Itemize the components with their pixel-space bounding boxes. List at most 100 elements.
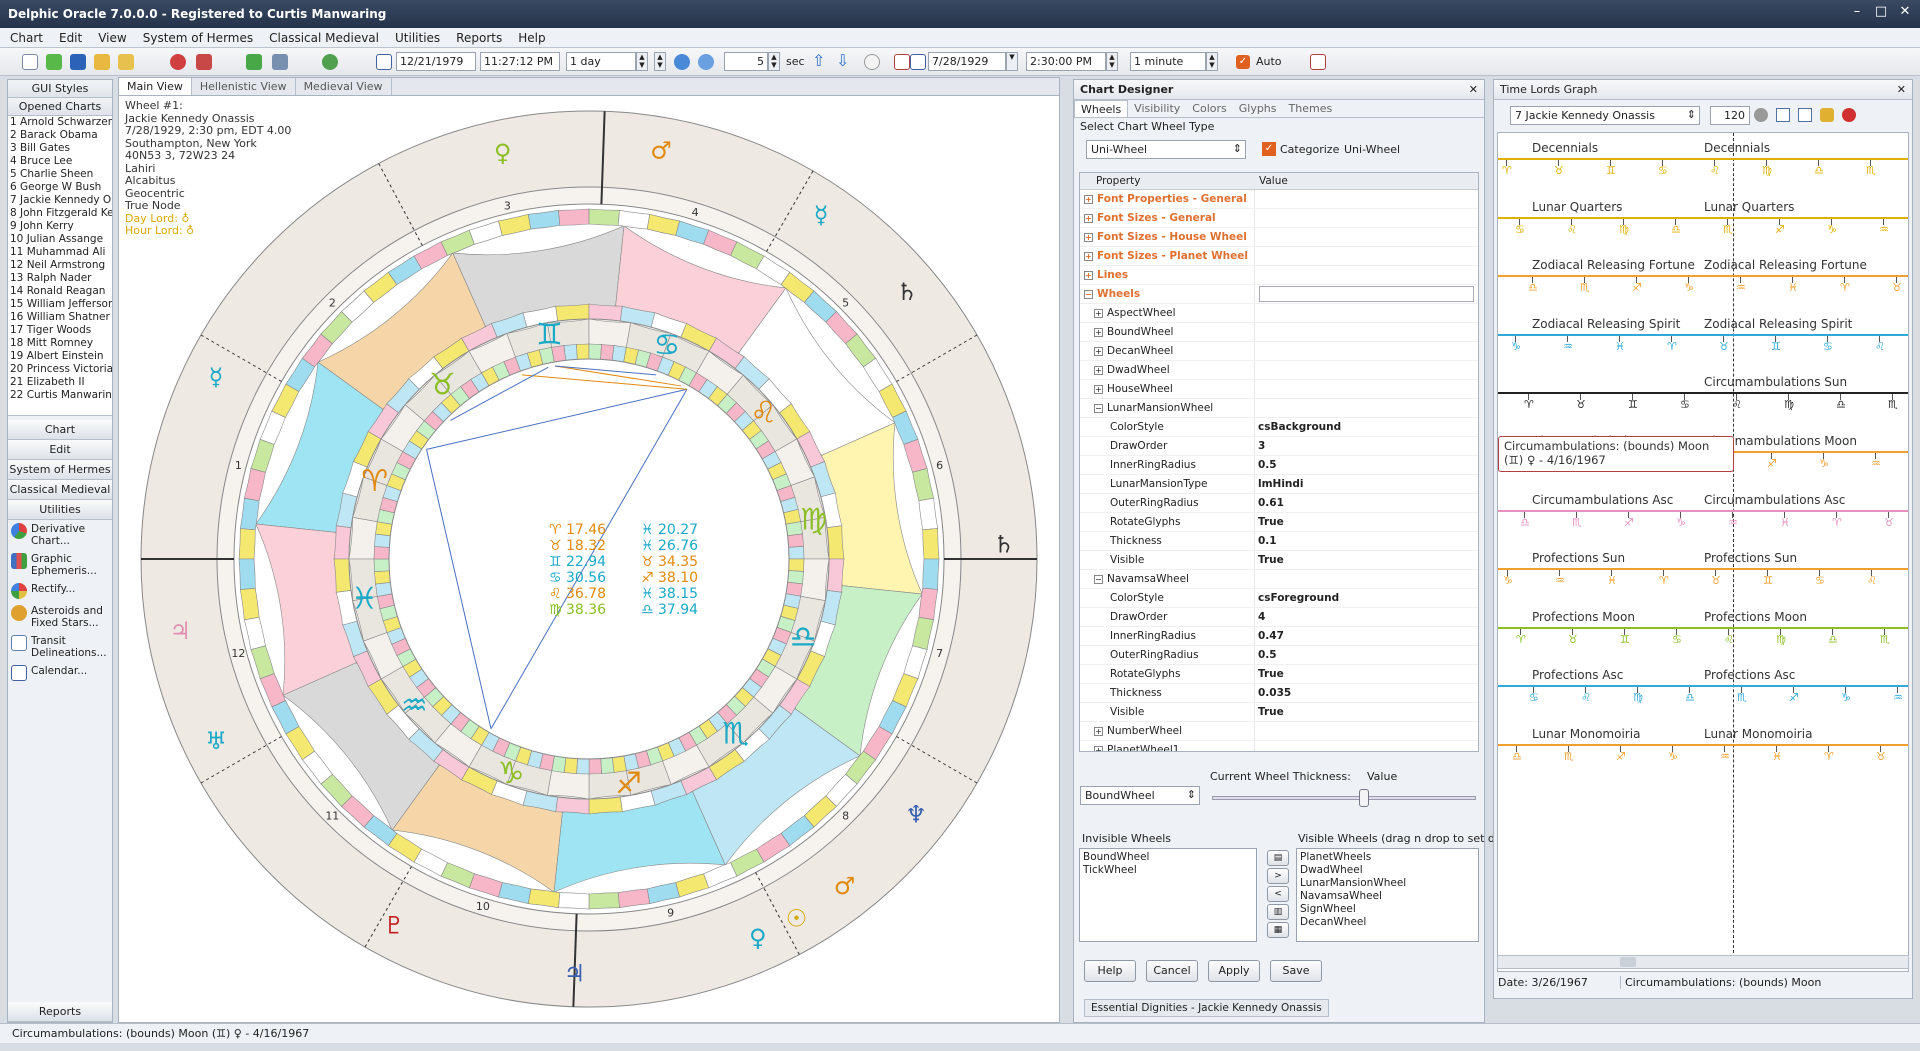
property-value[interactable] [1255, 266, 1478, 284]
menu-help[interactable]: Help [516, 31, 547, 45]
image-icon[interactable] [1820, 108, 1834, 122]
categorize-checkbox[interactable]: ✓ [1262, 142, 1276, 156]
property-row[interactable]: Thickness 0.1 [1080, 532, 1478, 551]
property-row[interactable]: + Font Sizes - General [1080, 209, 1478, 228]
close-icon[interactable]: ✕ [1896, 4, 1914, 22]
expand-icon[interactable]: + [1084, 232, 1093, 242]
page-icon[interactable] [1798, 108, 1812, 122]
invisible-wheels-list[interactable]: BoundWheel TickWheel [1079, 848, 1257, 942]
chart-item[interactable]: 13 Ralph Nader [8, 272, 112, 285]
open-folder-icon[interactable] [94, 54, 110, 70]
auto-checkbox[interactable]: ✓ [1236, 55, 1250, 69]
property-value[interactable]: 0.5 [1255, 646, 1478, 664]
expand-icon[interactable]: + [1094, 365, 1103, 375]
menu-system-of-hermes[interactable]: System of Hermes [141, 31, 255, 45]
property-row[interactable]: InnerRingRadius 0.47 [1080, 627, 1478, 646]
expand-icon[interactable]: + [1084, 270, 1093, 280]
property-row[interactable]: DrawOrder 4 [1080, 608, 1478, 627]
property-value[interactable] [1255, 228, 1478, 246]
property-value[interactable] [1255, 190, 1478, 208]
wheel-select[interactable]: BoundWheel ⇕ [1080, 786, 1200, 805]
property-value[interactable]: 0.5 [1255, 456, 1478, 474]
chart-item[interactable]: 5 Charlie Sheen [8, 168, 112, 181]
date2-spinner[interactable]: ▼ [1006, 52, 1018, 71]
document-icon[interactable] [1776, 108, 1790, 122]
chart-item[interactable]: 2 Barack Obama [8, 129, 112, 142]
property-value[interactable] [1255, 209, 1478, 227]
property-value[interactable]: True [1255, 551, 1478, 569]
gui-styles-header[interactable]: GUI Styles [8, 80, 112, 98]
chart-item[interactable]: 10 Julian Assange [8, 233, 112, 246]
chart-item[interactable]: 6 George W Bush [8, 181, 112, 194]
property-value[interactable]: True [1255, 513, 1478, 531]
nav-system-of-hermes[interactable]: System of Hermes [8, 460, 112, 480]
menu-reports[interactable]: Reports [454, 31, 504, 45]
menu-utilities[interactable]: Utilities [393, 31, 442, 45]
property-value[interactable]: csBackground [1255, 418, 1478, 436]
date2-field[interactable]: 7/28/1929 [928, 52, 1006, 71]
property-value[interactable]: True [1255, 703, 1478, 721]
tool-derivative-chart[interactable]: Derivative Chart... [8, 520, 112, 550]
stop-icon[interactable] [894, 54, 910, 70]
opened-charts-header[interactable]: Opened Charts [8, 98, 112, 116]
tool-rectify[interactable]: Rectify... [8, 580, 112, 602]
apply-button[interactable]: Apply [1208, 960, 1260, 982]
chart-item[interactable]: 3 Bill Gates [8, 142, 112, 155]
property-row[interactable]: RotateGlyphs True [1080, 513, 1478, 532]
time-lords-graph[interactable]: Decennials Decennials ♈ ♉ ♊ ♋ ♌ ♍ ♎ ♏ Lunar Quarte… [1497, 132, 1909, 972]
date-spinner[interactable]: ▲ ▼ [654, 52, 666, 71]
tab-medieval-view[interactable]: Medieval View [296, 78, 392, 95]
property-row[interactable]: OuterRingRadius 0.61 [1080, 494, 1478, 513]
property-row[interactable]: − LunarMansionWheel [1080, 399, 1478, 418]
wheel-icon[interactable] [1842, 108, 1856, 122]
date1-field[interactable]: 12/21/1979 [396, 52, 476, 71]
property-row[interactable]: − Wheels [1080, 285, 1478, 304]
chart-item[interactable]: 4 Bruce Lee [8, 155, 112, 168]
chart-item[interactable]: 7 Jackie Kennedy On [8, 194, 112, 207]
nav-chart[interactable]: Chart [8, 420, 112, 440]
menu-classical-medieval[interactable]: Classical Medieval [267, 31, 381, 45]
essential-dignities-tab[interactable]: Essential Dignities - Jackie Kennedy Ona… [1084, 999, 1329, 1017]
chart-select[interactable]: 7 Jackie Kennedy Onassis ⇕ [1510, 106, 1700, 125]
property-row[interactable]: − NavamsaWheel [1080, 570, 1478, 589]
expand-icon[interactable]: + [1094, 745, 1103, 751]
expand-icon[interactable]: + [1094, 726, 1103, 736]
chart-item[interactable]: 19 Albert Einstein [8, 350, 112, 363]
property-value[interactable]: lmHindi [1255, 475, 1478, 493]
count-spinner[interactable]: ▲ ▼ [768, 52, 780, 71]
list-item[interactable]: SignWheel [1300, 903, 1475, 916]
step1-field[interactable]: 1 day [566, 52, 636, 71]
menu-chart[interactable]: Chart [8, 31, 45, 45]
property-row[interactable]: + NumberWheel [1080, 722, 1478, 741]
property-value[interactable] [1255, 304, 1478, 322]
save-button[interactable]: Save [1270, 960, 1322, 982]
chart-item[interactable]: 18 Mitt Romney [8, 337, 112, 350]
property-row[interactable]: Visible True [1080, 703, 1478, 722]
tab-hellenistic-view[interactable]: Hellenistic View [192, 78, 296, 95]
tool-calendar[interactable]: Calendar... [8, 662, 112, 684]
save-icon[interactable] [70, 54, 86, 70]
tab-glyphs[interactable]: Glyphs [1233, 100, 1283, 117]
property-value[interactable]: 4 [1255, 608, 1478, 626]
circle-icon[interactable] [1754, 108, 1768, 122]
move-right-icon[interactable]: > [1267, 868, 1289, 884]
list-item[interactable]: DwadWheel [1300, 864, 1475, 877]
property-row[interactable]: + Lines [1080, 266, 1478, 285]
close-icon[interactable]: ✕ [1469, 80, 1478, 99]
count-field[interactable]: 120 [1710, 106, 1750, 125]
chart-item[interactable]: 12 Neil Armstrong [8, 259, 112, 272]
list-item[interactable]: TickWheel [1083, 864, 1253, 877]
move-left-icon[interactable]: < [1267, 886, 1289, 902]
property-row[interactable]: + AspectWheel [1080, 304, 1478, 323]
collapse-icon[interactable]: − [1094, 403, 1103, 413]
property-value[interactable]: csForeground [1255, 589, 1478, 607]
property-row[interactable]: + BoundWheel [1080, 323, 1478, 342]
menu-edit[interactable]: Edit [57, 31, 84, 45]
property-value[interactable]: 0.035 [1255, 684, 1478, 702]
step1-spinner[interactable]: ▲ ▼ [636, 52, 648, 71]
property-row[interactable]: ColorStyle csBackground [1080, 418, 1478, 437]
arrow-down-icon[interactable]: ⇩ [836, 53, 852, 70]
property-row[interactable]: + Font Sizes - Planet Wheel [1080, 247, 1478, 266]
chart-item[interactable]: 8 John Fitzgerald Ker [8, 207, 112, 220]
expand-icon[interactable]: + [1094, 384, 1103, 394]
